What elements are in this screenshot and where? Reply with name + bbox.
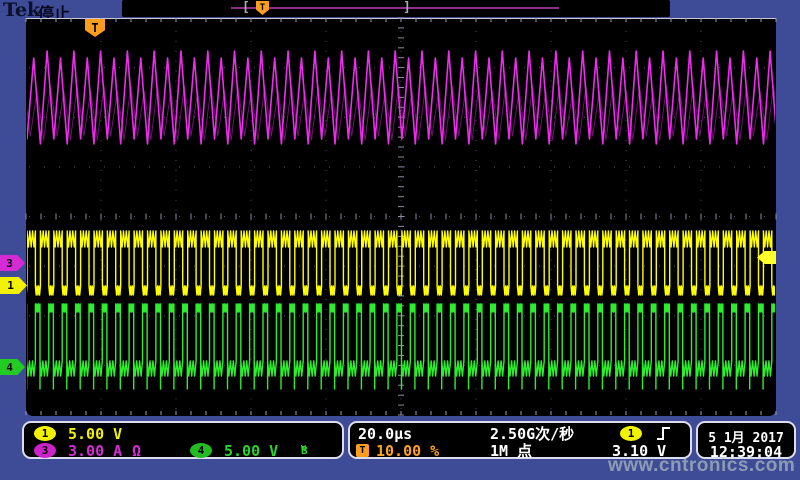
channel-1-badge[interactable]: 1 bbox=[34, 426, 56, 441]
channel-readout-box: 1 5.00 V 3 3.00 A Ω 4 5.00 V BW bbox=[22, 421, 344, 459]
channel-3-badge[interactable]: 3 bbox=[34, 443, 56, 458]
channel-4-badge[interactable]: 4 bbox=[190, 443, 212, 458]
datetime-box: 5 1月 2017 12:39:04 bbox=[696, 421, 796, 459]
rising-edge-icon bbox=[656, 426, 671, 441]
record-length-readout: 1M 点 bbox=[490, 444, 532, 459]
waveform-display bbox=[26, 18, 776, 416]
window-bracket-left: [ bbox=[242, 0, 250, 16]
oscilloscope-screen: Tek 停止 [ ] T T 3 1 4 1 5.00 V 3 3.00 A Ω… bbox=[0, 0, 800, 480]
horizontal-trigger-readout-box: 20.0μs 2.50G次/秒 1 T 10.00 % 1M 点 3.10 V bbox=[348, 421, 692, 459]
trigger-source-badge[interactable]: 1 bbox=[620, 426, 642, 441]
channel-3-coupling: Ω bbox=[132, 444, 141, 459]
channel-4-position-marker[interactable]: 4 bbox=[0, 359, 25, 375]
record-trigger-marker-icon[interactable]: T bbox=[256, 1, 269, 15]
channel-4-scale: 5.00 V bbox=[224, 444, 278, 459]
record-line bbox=[231, 7, 559, 9]
channel-3-scale: 3.00 A bbox=[68, 444, 122, 459]
channel-3-position-marker[interactable]: 3 bbox=[0, 255, 25, 271]
sample-rate-readout: 2.50G次/秒 bbox=[490, 427, 574, 442]
channel-1-position-marker[interactable]: 1 bbox=[0, 277, 27, 294]
record-view-bar[interactable]: [ ] T bbox=[122, 0, 670, 17]
watermark: www.cntronics.com bbox=[608, 455, 795, 477]
trigger-position-badge-icon: T bbox=[356, 444, 369, 457]
channel-1-scale: 5.00 V bbox=[68, 427, 122, 442]
timebase-readout: 20.0μs bbox=[358, 427, 412, 442]
trigger-position-readout: 10.00 % bbox=[376, 444, 439, 459]
window-bracket-right: ] bbox=[403, 0, 411, 16]
